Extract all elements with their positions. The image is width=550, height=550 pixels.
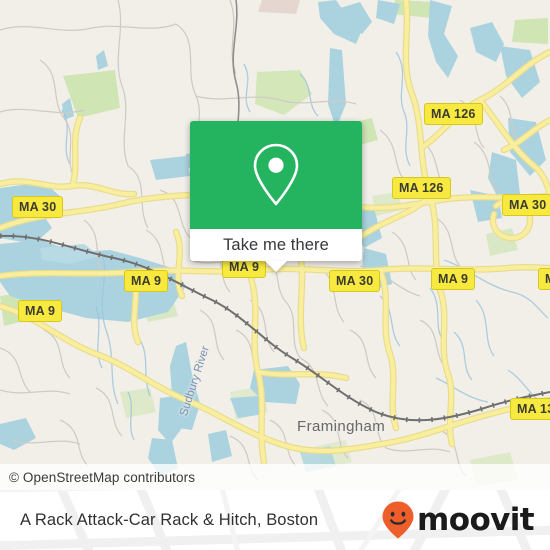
- osm-attribution-text: © OpenStreetMap contributors: [9, 469, 196, 485]
- highway-shield: MA 135: [510, 398, 550, 420]
- osm-attribution[interactable]: © OpenStreetMap contributors: [0, 464, 550, 490]
- highway-shield: MA 30: [329, 270, 381, 292]
- highway-shield: MA 126: [424, 103, 483, 125]
- page-title: A Rack Attack-Car Rack & Hitch, Boston: [20, 510, 319, 529]
- map-pin-icon: [253, 143, 299, 206]
- highway-shield: MA 9: [18, 300, 63, 322]
- moovit-brand[interactable]: moovit: [381, 490, 535, 550]
- location-popup-card[interactable]: Take me there: [190, 121, 362, 272]
- highway-shield: MA 9: [431, 268, 476, 290]
- footer-bar: A Rack Attack-Car Rack & Hitch, Boston m…: [0, 490, 550, 550]
- take-me-there-label: Take me there: [223, 235, 329, 254]
- highway-shield: MA 30: [12, 196, 64, 218]
- moovit-wordmark: moovit: [417, 501, 535, 538]
- place-label-framingham: Framingham: [297, 418, 386, 435]
- take-me-there-button[interactable]: Take me there: [190, 229, 362, 261]
- moovit-map-page: MA 30 MA 9 MA 9 MA 9 MA 126 MA 126 MA 30…: [0, 0, 550, 550]
- moovit-smiley-pin-icon: [382, 501, 414, 539]
- highway-shield: MA 126: [392, 177, 451, 199]
- map-canvas[interactable]: MA 30 MA 9 MA 9 MA 9 MA 126 MA 126 MA 30…: [0, 0, 550, 490]
- highway-shield: MA 9: [124, 270, 169, 292]
- highway-shield: MA: [538, 268, 550, 290]
- popup-pointer-tail: [265, 261, 287, 272]
- highway-shield: MA 30: [502, 194, 550, 216]
- popup-header: [190, 121, 362, 229]
